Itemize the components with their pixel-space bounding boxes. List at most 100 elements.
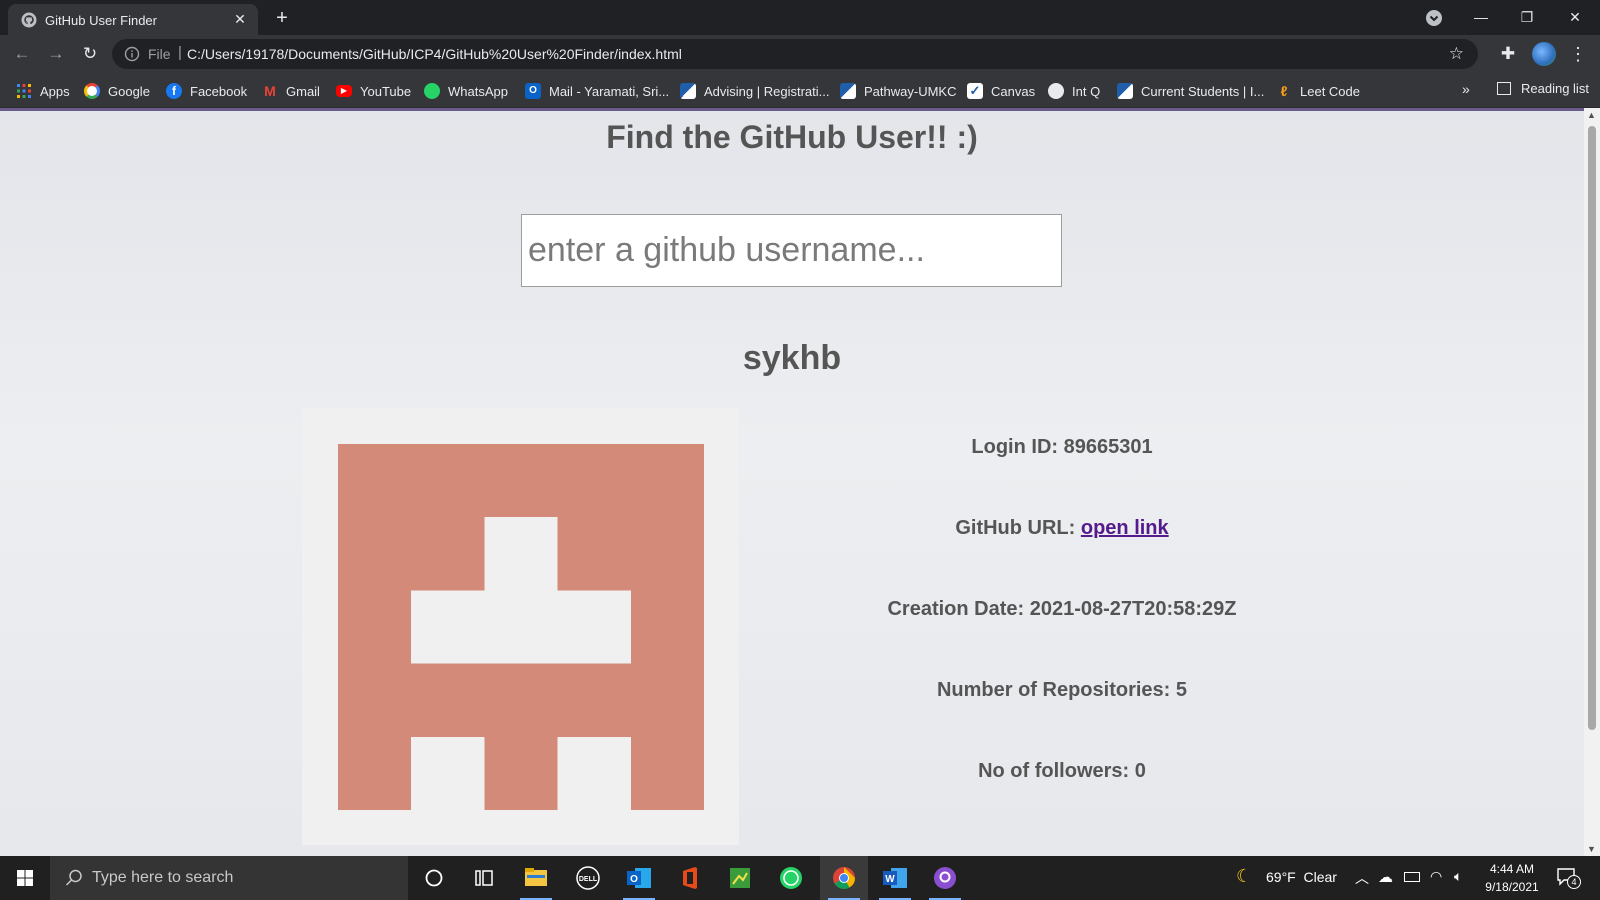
bookmark-label: Current Students | I... [1141, 83, 1265, 99]
followers-value: 0 [1134, 760, 1146, 782]
bookmark-intq[interactable]: Int Q [1048, 81, 1100, 101]
bookmark-canvas[interactable]: ✓ Canvas [967, 81, 1035, 101]
system-clock[interactable]: 4:44 AM 9/18/2021 [1472, 860, 1552, 896]
bookmark-advising[interactable]: Advising | Registrati... [680, 81, 829, 101]
gmail-icon: M [264, 83, 276, 99]
scroll-down-icon[interactable]: ▼ [1587, 844, 1596, 854]
creation-date-value: 2021-08-27T20:58:29Z [1029, 598, 1237, 620]
umkc-icon [840, 83, 856, 99]
bookmark-label: Facebook [190, 83, 248, 99]
svg-text:W: W [885, 874, 895, 885]
bookmark-label: Gmail [286, 83, 320, 99]
login-id-value: 89665301 [1063, 436, 1153, 458]
page-title: Find the GitHub User!! :) [606, 119, 978, 155]
umkc-icon [1117, 83, 1133, 99]
scroll-up-icon[interactable]: ▲ [1587, 110, 1596, 120]
bookmark-label: Mail - Yaramati, Sri... [549, 83, 670, 99]
bookmark-label: Canvas [991, 83, 1036, 99]
clock-date: 9/18/2021 [1485, 880, 1539, 894]
bookmark-star-icon[interactable]: ☆ [1449, 44, 1464, 64]
page-scrollbar[interactable]: ▲ ▼ [1584, 108, 1600, 856]
repositories-label: Number of Repositories: [936, 679, 1176, 701]
new-tab-button[interactable]: + [270, 6, 294, 30]
word-icon[interactable]: W [871, 856, 919, 900]
browser-tab[interactable]: GitHub User Finder ✕ [8, 4, 258, 35]
google-icon [84, 83, 100, 99]
bookmark-whatsapp[interactable]: WhatsApp [424, 81, 508, 101]
bookmark-label: Int Q [1072, 83, 1101, 99]
bookmark-current-students[interactable]: Current Students | I... [1117, 81, 1264, 101]
repositories-line: Number of Repositories: 5 [762, 679, 1362, 702]
umkc-icon [680, 83, 696, 99]
minimize-button[interactable]: — [1458, 4, 1504, 30]
dell-icon[interactable]: DELL [564, 856, 612, 900]
bookmark-label: Google [108, 83, 150, 99]
reload-icon[interactable]: ↻ [78, 42, 102, 66]
browser-menu-icon[interactable]: ⋮ [1568, 43, 1588, 65]
onedrive-icon[interactable]: ☁ [1378, 868, 1393, 886]
search-icon [65, 869, 82, 886]
bookmark-facebook[interactable]: f Facebook [166, 81, 247, 101]
office-icon[interactable] [666, 856, 714, 900]
creation-date-line: Creation Date: 2021-08-27T20:58:29Z [762, 598, 1362, 621]
profile-avatar[interactable] [1532, 42, 1556, 66]
whatsapp-taskbar-icon[interactable] [767, 856, 815, 900]
close-window-button[interactable]: ✕ [1552, 4, 1598, 30]
sticky-notes-icon[interactable] [716, 856, 764, 900]
bookmark-gmail[interactable]: M Gmail [262, 81, 320, 101]
apps-grid-icon [17, 84, 31, 98]
taskbar-search-box[interactable]: Type here to search [50, 856, 408, 900]
restore-button[interactable]: ❐ [1504, 4, 1550, 30]
file-explorer-icon[interactable] [512, 856, 560, 900]
more-bookmarks-button[interactable]: » [1462, 81, 1470, 97]
bookmark-leetcode[interactable]: ℓ Leet Code [1276, 81, 1360, 101]
repositories-value: 5 [1175, 679, 1188, 701]
task-view-icon[interactable] [460, 856, 508, 900]
back-icon[interactable]: ← [10, 42, 34, 66]
url-text[interactable]: C:/Users/19178/Documents/GitHub/ICP4/Git… [187, 46, 682, 62]
outlook-taskbar-icon[interactable]: O [615, 856, 663, 900]
forward-icon[interactable]: → [44, 42, 68, 66]
github-desktop-icon[interactable] [921, 856, 969, 900]
bookmark-apps[interactable]: Apps [16, 81, 70, 101]
bookmark-label: Pathway-UMKC [864, 83, 957, 99]
address-bar[interactable]: File | C:/Users/19178/Documents/GitHub/I… [112, 39, 1478, 69]
bookmarks-bar: Apps Google f Facebook M Gmail ▶ YouTube… [0, 73, 1600, 108]
followers-label: No of followers: [978, 760, 1135, 782]
notifications-icon[interactable]: 4 [1556, 866, 1581, 889]
outlook-icon: O [525, 83, 541, 99]
tab-title: GitHub User Finder [45, 13, 157, 28]
extensions-icon[interactable]: ✚ [1497, 43, 1519, 65]
close-tab-icon[interactable]: ✕ [231, 10, 249, 28]
windows-start-icon[interactable] [0, 856, 50, 900]
user-avatar [302, 408, 739, 845]
clock-time: 4:44 AM [1489, 862, 1535, 876]
url-separator: | [178, 44, 182, 61]
login-id-line: Login ID: 89665301 [762, 436, 1362, 459]
show-hidden-icons-icon[interactable]: ︿ [1355, 868, 1369, 888]
bookmark-google[interactable]: Google [84, 81, 150, 101]
chrome-taskbar-icon[interactable] [820, 856, 868, 900]
info-icon[interactable] [124, 46, 140, 62]
battery-icon[interactable] [1404, 872, 1420, 882]
reading-list-button[interactable]: Reading list [1497, 81, 1589, 96]
bookmark-youtube[interactable]: ▶ YouTube [336, 81, 411, 101]
bookmark-mail[interactable]: O Mail - Yaramati, Sri... [525, 81, 669, 101]
bookmark-label: Apps [40, 83, 70, 99]
identicon-image [338, 444, 704, 810]
wifi-icon[interactable]: ◠ [1430, 868, 1442, 885]
cortana-icon[interactable] [410, 856, 458, 900]
tab-search-icon[interactable] [1425, 9, 1443, 27]
bookmark-label: Advising | Registrati... [704, 83, 830, 99]
browser-toolbar: ← → ↻ File | C:/Users/19178/Documents/Gi… [0, 35, 1600, 73]
open-profile-link[interactable]: open link [1081, 517, 1169, 539]
followers-line: No of followers: 0 [762, 760, 1362, 783]
windows-taskbar: Type here to search DELL O W ☾ 69°F Clea… [0, 856, 1600, 900]
scrollbar-thumb[interactable] [1588, 126, 1596, 730]
bookmark-label: Leet Code [1300, 83, 1360, 99]
login-id-label: Login ID: [971, 436, 1064, 458]
volume-icon[interactable]: 🔈︎ [1454, 868, 1462, 885]
bookmark-pathway[interactable]: Pathway-UMKC [840, 81, 956, 101]
bookmark-label: YouTube [360, 83, 412, 99]
username-search-input[interactable] [521, 214, 1062, 287]
